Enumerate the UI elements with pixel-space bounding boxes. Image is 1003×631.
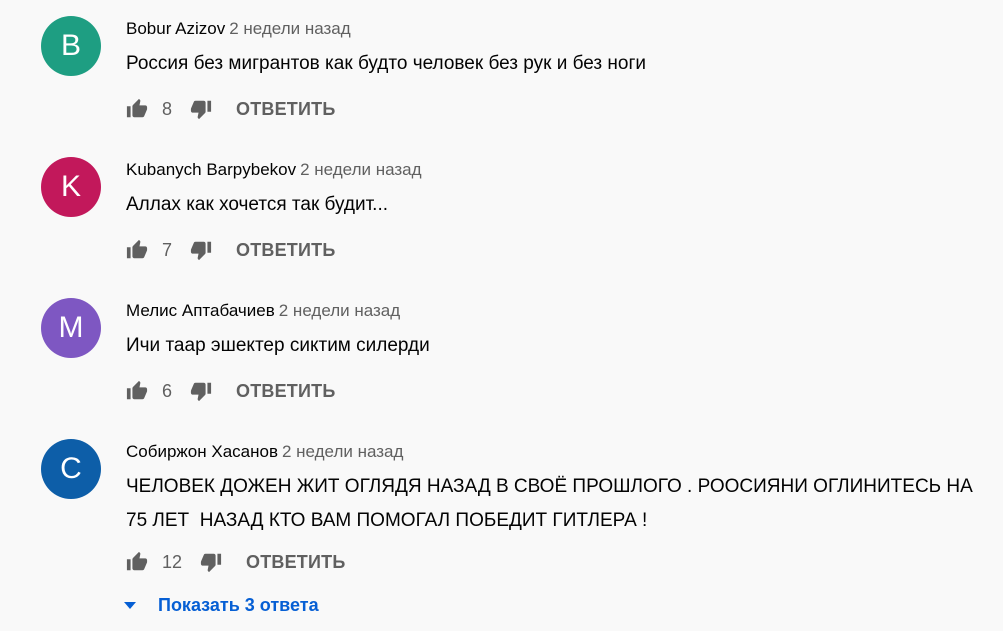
avatar[interactable]: K bbox=[41, 157, 101, 217]
show-replies-button[interactable]: Показать 3 ответа bbox=[124, 590, 319, 620]
like-count: 12 bbox=[162, 551, 183, 572]
thumb-up-icon[interactable] bbox=[126, 239, 148, 261]
comment-text: Россия без мигрантов как будто человек б… bbox=[126, 53, 646, 74]
comment-header: Мелис Аптабачиев 2 недели назад bbox=[126, 299, 400, 323]
comment-text: ЧЕЛОВЕК ДОЖЕН ЖИТ ОГЛЯДЯ НАЗАД В СВОЁ ПР… bbox=[126, 476, 979, 531]
reply-button[interactable]: ОТВЕТИТЬ bbox=[236, 99, 335, 120]
avatar[interactable]: M bbox=[41, 298, 101, 358]
show-replies-label: Показать 3 ответа bbox=[158, 594, 319, 615]
avatar[interactable]: C bbox=[41, 439, 101, 499]
comment-header: Собиржон Хасанов 2 недели назад bbox=[126, 440, 403, 464]
reply-button[interactable]: ОТВЕТИТЬ bbox=[236, 240, 335, 261]
comment-text: Аллах как хочется так будит... bbox=[126, 194, 389, 215]
comment-actions: 6 ОТВЕТИТЬ bbox=[126, 376, 335, 406]
thumb-up-icon[interactable] bbox=[126, 98, 148, 120]
comment-actions: 7 ОТВЕТИТЬ bbox=[126, 235, 335, 265]
author-name[interactable]: Мелис Аптабачиев bbox=[126, 301, 275, 320]
comment-header: Kubanych Barpybekov 2 недели назад bbox=[126, 158, 422, 182]
comment-actions: 8 ОТВЕТИТЬ bbox=[126, 94, 335, 124]
comment-header: Bobur Azizov 2 недели назад bbox=[126, 17, 351, 41]
comment-time[interactable]: 2 недели назад bbox=[229, 19, 350, 38]
comment-actions: 12 ОТВЕТИТЬ bbox=[126, 547, 345, 577]
comment-time[interactable]: 2 недели назад bbox=[300, 160, 421, 179]
caret-down-icon bbox=[124, 601, 136, 609]
comment-time[interactable]: 2 недели назад bbox=[282, 442, 403, 461]
avatar[interactable]: B bbox=[41, 16, 101, 76]
thumb-down-icon[interactable] bbox=[190, 380, 212, 402]
like-count: 7 bbox=[162, 239, 173, 260]
author-name[interactable]: Kubanych Barpybekov bbox=[126, 160, 296, 179]
like-count: 8 bbox=[162, 98, 173, 119]
thumb-down-icon[interactable] bbox=[200, 551, 222, 573]
thumb-up-icon[interactable] bbox=[126, 380, 148, 402]
thumb-down-icon[interactable] bbox=[190, 98, 212, 120]
author-name[interactable]: Собиржон Хасанов bbox=[126, 442, 278, 461]
comment-text: Ичи таар эшектер сиктим силерди bbox=[126, 335, 430, 356]
author-name[interactable]: Bobur Azizov bbox=[126, 19, 225, 38]
thumb-down-icon[interactable] bbox=[190, 239, 212, 261]
reply-button[interactable]: ОТВЕТИТЬ bbox=[236, 381, 335, 402]
comments-section: B Bobur Azizov 2 недели назад Россия без … bbox=[0, 0, 1003, 631]
reply-button[interactable]: ОТВЕТИТЬ bbox=[246, 552, 345, 573]
thumb-up-icon[interactable] bbox=[126, 551, 148, 573]
comment-time[interactable]: 2 недели назад bbox=[279, 301, 400, 320]
like-count: 6 bbox=[162, 380, 173, 401]
